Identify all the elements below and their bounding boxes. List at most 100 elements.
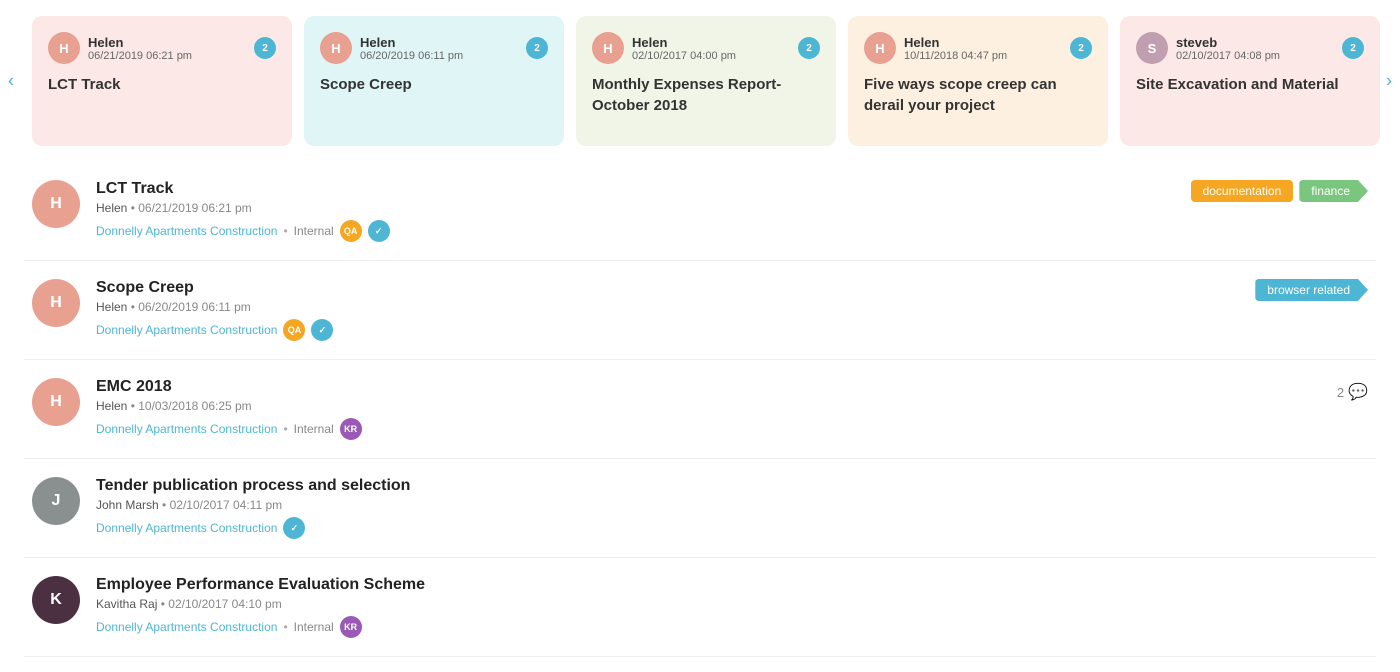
carousel-section: ‹ H Helen 06/21/2019 06:21 pm 2 LCT Trac…: [0, 0, 1400, 162]
carousel-card-4[interactable]: H Helen 10/11/2018 04:47 pm 2 Five ways …: [848, 16, 1108, 146]
list-tag-finance-1[interactable]: finance: [1299, 180, 1368, 202]
card-header-2: H Helen 06/20/2019 06:11 pm 2: [320, 32, 548, 64]
card-badge-1: 2: [254, 37, 276, 59]
list-content-4: Tender publication process and selection…: [96, 477, 1368, 539]
carousel-card-2[interactable]: H Helen 06/20/2019 06:11 pm 2 Scope Cree…: [304, 16, 564, 146]
list-item-1: H LCT Track Helen • 06/21/2019 06:21 pm …: [24, 162, 1376, 261]
list-author-2: Helen: [96, 300, 127, 314]
card-header-4: H Helen 10/11/2018 04:47 pm 2: [864, 32, 1092, 64]
list-badge-user-2: ✓: [311, 319, 333, 341]
card-header-1: H Helen 06/21/2019 06:21 pm 2: [48, 32, 276, 64]
card-avatar-3: H: [592, 32, 624, 64]
list-project-4[interactable]: Donnelly Apartments Construction: [96, 521, 277, 535]
list-date-2: 06/20/2019 06:11 pm: [138, 300, 251, 314]
list-subtitle-4: John Marsh • 02/10/2017 04:11 pm: [96, 498, 1368, 512]
list-title-2[interactable]: Scope Creep: [96, 279, 1368, 297]
list-footer-5: Donnelly Apartments Construction • Inter…: [96, 616, 1368, 638]
card-date-1: 06/21/2019 06:21 pm: [88, 50, 246, 62]
card-date-3: 02/10/2017 04:00 pm: [632, 50, 790, 62]
list-item-5: K Employee Performance Evaluation Scheme…: [24, 558, 1376, 657]
list-project-3[interactable]: Donnelly Apartments Construction: [96, 422, 277, 436]
list-subtitle-3: Helen • 10/03/2018 06:25 pm: [96, 399, 1368, 413]
card-badge-2: 2: [526, 37, 548, 59]
list-footer-1: Donnelly Apartments Construction • Inter…: [96, 220, 1368, 242]
card-author-2: Helen: [360, 35, 518, 50]
list-content-3: EMC 2018 Helen • 10/03/2018 06:25 pm Don…: [96, 378, 1368, 440]
list-footer-2: Donnelly Apartments Construction QA ✓: [96, 319, 1368, 341]
card-title-4: Five ways scope creep can derail your pr…: [864, 74, 1092, 116]
card-badge-4: 2: [1070, 37, 1092, 59]
list-footer-3: Donnelly Apartments Construction • Inter…: [96, 418, 1368, 440]
list-section: H LCT Track Helen • 06/21/2019 06:21 pm …: [0, 162, 1400, 657]
list-title-3[interactable]: EMC 2018: [96, 378, 1368, 396]
list-tags-1: documentation finance: [1191, 180, 1368, 202]
list-date-5: 02/10/2017 04:10 pm: [168, 597, 281, 611]
list-author-3: Helen: [96, 399, 127, 413]
list-author-4: John Marsh: [96, 498, 159, 512]
card-date-5: 02/10/2017 04:08 pm: [1176, 50, 1334, 62]
list-badge-user-4: ✓: [283, 517, 305, 539]
card-avatar-2: H: [320, 32, 352, 64]
list-badge-user-1: ✓: [368, 220, 390, 242]
list-author-1: Helen: [96, 201, 127, 215]
list-badge-qa-2: QA: [283, 319, 305, 341]
list-content-2: Scope Creep Helen • 06/20/2019 06:11 pm …: [96, 279, 1368, 341]
list-badge-qa-1: QA: [340, 220, 362, 242]
list-subtitle-5: Kavitha Raj • 02/10/2017 04:10 pm: [96, 597, 1368, 611]
card-title-3: Monthly Expenses Report- October 2018: [592, 74, 820, 116]
card-author-5: steveb: [1176, 35, 1334, 50]
list-subtitle-1: Helen • 06/21/2019 06:21 pm: [96, 201, 1368, 215]
card-meta-3: Helen 02/10/2017 04:00 pm: [632, 35, 790, 62]
list-subtitle-2: Helen • 06/20/2019 06:11 pm: [96, 300, 1368, 314]
card-date-2: 06/20/2019 06:11 pm: [360, 50, 518, 62]
card-title-2: Scope Creep: [320, 74, 548, 95]
comment-icon-3: 💬: [1348, 382, 1368, 402]
list-tag-documentation-1[interactable]: documentation: [1191, 180, 1294, 202]
card-header-3: H Helen 02/10/2017 04:00 pm 2: [592, 32, 820, 64]
carousel-prev-button[interactable]: ‹: [8, 71, 14, 92]
card-date-4: 10/11/2018 04:47 pm: [904, 50, 1062, 62]
list-avatar-1: H: [32, 180, 80, 228]
card-header-5: S steveb 02/10/2017 04:08 pm 2: [1136, 32, 1364, 64]
list-project-1[interactable]: Donnelly Apartments Construction: [96, 224, 277, 238]
list-author-5: Kavitha Raj: [96, 597, 157, 611]
list-item-4: J Tender publication process and selecti…: [24, 459, 1376, 558]
list-avatar-3: H: [32, 378, 80, 426]
comment-number-3: 2: [1337, 385, 1344, 400]
list-project-2[interactable]: Donnelly Apartments Construction: [96, 323, 277, 337]
list-content-1: LCT Track Helen • 06/21/2019 06:21 pm Do…: [96, 180, 1368, 242]
list-visibility-3: Internal: [294, 422, 334, 436]
card-meta-2: Helen 06/20/2019 06:11 pm: [360, 35, 518, 62]
list-project-5[interactable]: Donnelly Apartments Construction: [96, 620, 277, 634]
card-title-5: Site Excavation and Material: [1136, 74, 1364, 95]
list-title-4[interactable]: Tender publication process and selection: [96, 477, 1368, 495]
list-avatar-5: K: [32, 576, 80, 624]
card-author-3: Helen: [632, 35, 790, 50]
card-avatar-4: H: [864, 32, 896, 64]
card-author-4: Helen: [904, 35, 1062, 50]
list-date-1: 06/21/2019 06:21 pm: [138, 201, 251, 215]
list-avatar-4: J: [32, 477, 80, 525]
list-tags-2: browser related: [1255, 279, 1368, 301]
comment-count-3: 2 💬: [1337, 382, 1368, 402]
list-item-2: H Scope Creep Helen • 06/20/2019 06:11 p…: [24, 261, 1376, 360]
list-badge-user-3: KR: [340, 418, 362, 440]
list-title-1[interactable]: LCT Track: [96, 180, 1368, 198]
list-visibility-1: Internal: [294, 224, 334, 238]
carousel-card-5[interactable]: S steveb 02/10/2017 04:08 pm 2 Site Exca…: [1120, 16, 1380, 146]
card-avatar-1: H: [48, 32, 80, 64]
list-tag-browser-2[interactable]: browser related: [1255, 279, 1368, 301]
list-badge-user-5: KR: [340, 616, 362, 638]
carousel-next-button[interactable]: ›: [1386, 71, 1392, 92]
carousel-card-1[interactable]: H Helen 06/21/2019 06:21 pm 2 LCT Track: [32, 16, 292, 146]
list-title-5[interactable]: Employee Performance Evaluation Scheme: [96, 576, 1368, 594]
list-date-4: 02/10/2017 04:11 pm: [170, 498, 283, 512]
list-content-5: Employee Performance Evaluation Scheme K…: [96, 576, 1368, 638]
card-author-1: Helen: [88, 35, 246, 50]
list-visibility-5: Internal: [294, 620, 334, 634]
list-avatar-2: H: [32, 279, 80, 327]
list-date-3: 10/03/2018 06:25 pm: [138, 399, 251, 413]
card-meta-5: steveb 02/10/2017 04:08 pm: [1176, 35, 1334, 62]
carousel-card-3[interactable]: H Helen 02/10/2017 04:00 pm 2 Monthly Ex…: [576, 16, 836, 146]
card-avatar-5: S: [1136, 32, 1168, 64]
